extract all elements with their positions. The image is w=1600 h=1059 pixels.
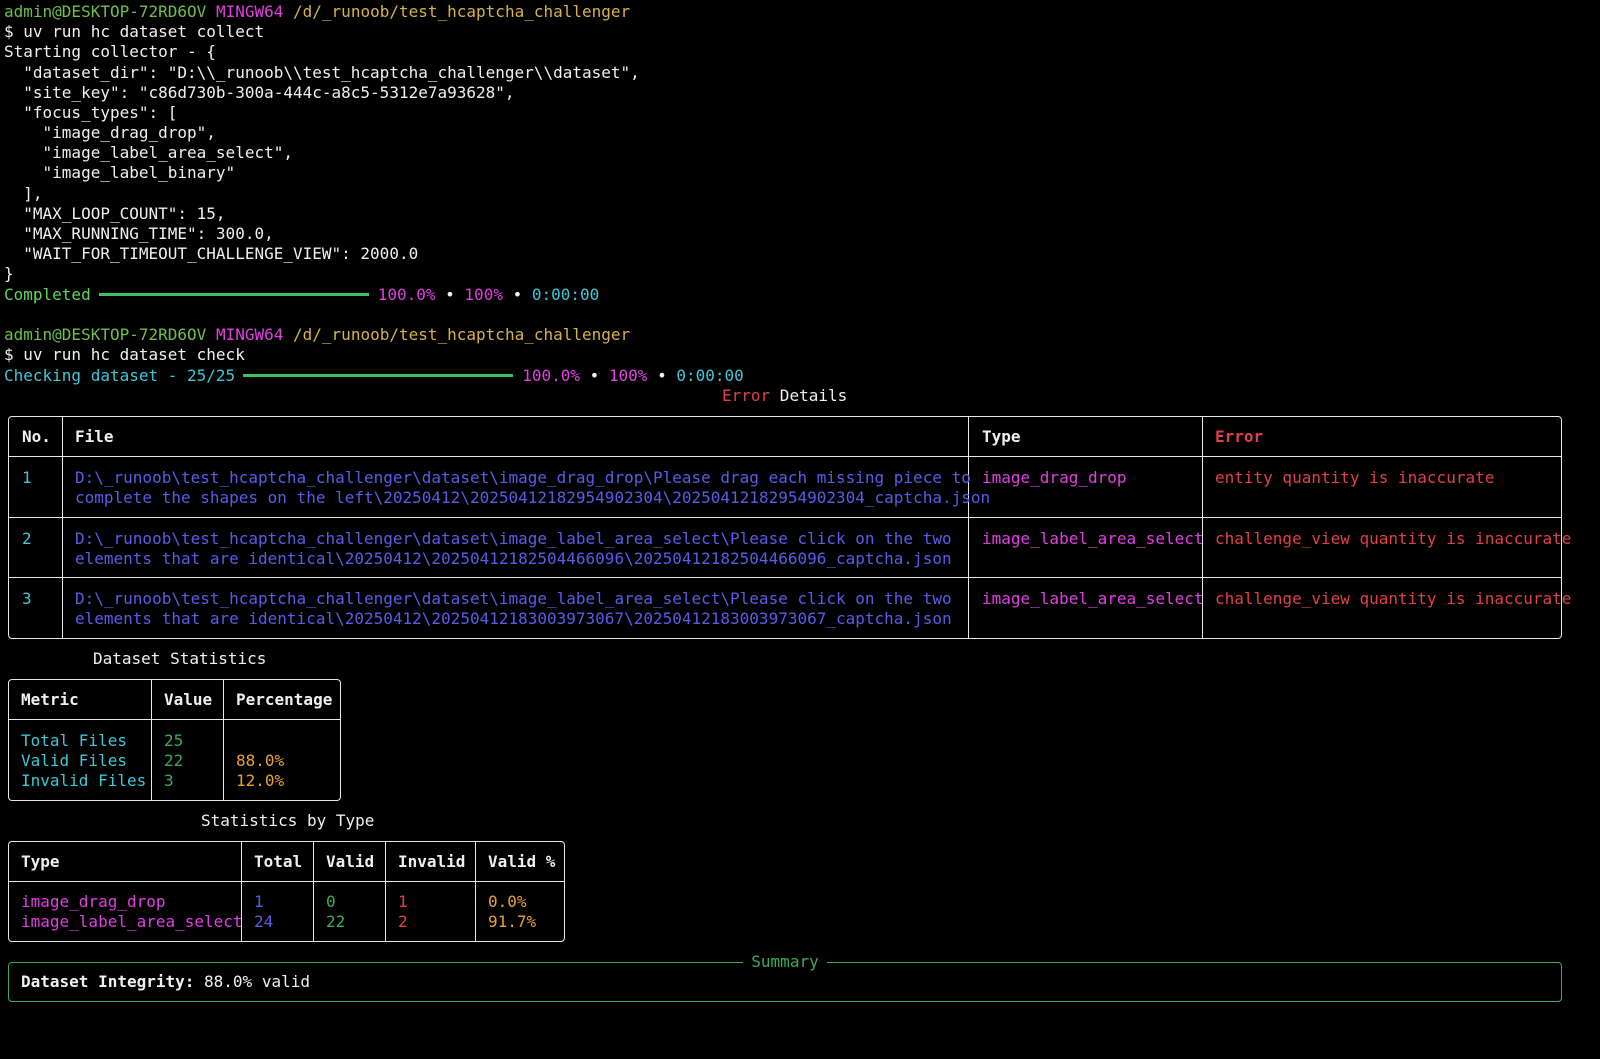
progress-time: 0:00:00 xyxy=(676,366,744,385)
collector-output-line: "dataset_dir": "D:\\_runoob\\test_hcaptc… xyxy=(4,63,640,82)
collector-output-line: ], xyxy=(4,184,43,203)
collector-output-line: Starting collector - { xyxy=(4,42,216,61)
error-row-message: challenge_view quantity is inaccurate xyxy=(1215,529,1572,548)
metric-label: Valid Files xyxy=(21,751,127,770)
column-header-error: Error xyxy=(1215,427,1264,446)
error-row-file-cont[interactable]: complete the shapes on the left\20250412… xyxy=(75,488,990,508)
command-check: $ uv run hc dataset check xyxy=(4,345,245,364)
column-header-metric: Metric xyxy=(21,690,79,709)
progress-checking: Checking dataset - 25/25 100.0% • 100% • … xyxy=(4,366,744,386)
column-header-valid: Valid xyxy=(326,852,375,871)
progress-separator: • xyxy=(445,285,455,304)
column-header-value: Value xyxy=(164,690,213,709)
collector-output-line: "image_label_binary" xyxy=(4,163,236,182)
collector-output-line: "focus_types": [ xyxy=(4,103,178,122)
terminal-window[interactable]: admin@DESKTOP-72RD6OV MINGW64 /d/_runoob… xyxy=(0,0,1600,1059)
metric-label: Total Files xyxy=(21,731,127,750)
metric-value: 25 xyxy=(164,731,184,750)
column-header-invalid: Invalid xyxy=(398,852,466,871)
progress-separator: • xyxy=(657,366,667,385)
prompt-user-host: admin@DESKTOP-72RD6OV xyxy=(4,2,207,21)
prompt-path: /d/_runoob/test_hcaptcha_challenger xyxy=(293,325,631,344)
type-row-valid: 0 xyxy=(326,892,336,911)
error-details-table: No. File Type Error 1 D:\_runoob\test_hc… xyxy=(8,416,1571,639)
error-table-title: Error Details xyxy=(722,386,847,406)
dataset-statistics-table: Metric Value Percentage Total Files 25 V… xyxy=(8,679,341,801)
error-row-message: entity quantity is inaccurate xyxy=(1215,468,1495,487)
error-row-file[interactable]: D:\_runoob\test_hcaptcha_challenger\data… xyxy=(75,468,971,488)
type-row-total: 1 xyxy=(254,892,264,911)
progress-label: Completed xyxy=(4,285,91,304)
progress-percent: 100.0% xyxy=(522,366,580,385)
prompt-path: /d/_runoob/test_hcaptcha_challenger xyxy=(293,2,631,21)
error-row-number: 1 xyxy=(22,468,32,487)
error-row-number: 2 xyxy=(22,529,32,548)
column-header-type: Type xyxy=(21,852,60,871)
collector-output-line: "site_key": "c86d730b-300a-444c-a8c5-531… xyxy=(4,83,515,102)
error-row-type: image_drag_drop xyxy=(982,468,1127,487)
shell-prompt: admin@DESKTOP-72RD6OV MINGW64 /d/_runoob… xyxy=(4,325,630,345)
progress-percent: 100.0% xyxy=(377,285,436,304)
metric-percentage: 12.0% xyxy=(236,771,285,790)
collector-output-line: "MAX_RUNNING_TIME": 300.0, xyxy=(4,224,274,243)
metric-value: 22 xyxy=(164,751,184,770)
type-row-name: image_label_area_select xyxy=(21,912,243,931)
progress-label: Checking dataset - 25/25 xyxy=(4,366,236,385)
type-row-invalid: 1 xyxy=(398,892,408,911)
error-row-file[interactable]: D:\_runoob\test_hcaptcha_challenger\data… xyxy=(75,529,952,549)
type-statistics-title: Statistics by Type xyxy=(201,811,375,830)
metric-value: 3 xyxy=(164,771,174,790)
type-row-valid-pct: 0.0% xyxy=(488,892,527,911)
error-row-message: challenge_view quantity is inaccurate xyxy=(1215,589,1572,608)
progress-bar xyxy=(243,374,514,377)
summary-panel: Summary Dataset Integrity: 88.0% valid xyxy=(8,952,1562,1002)
command-collect: $ uv run hc dataset collect xyxy=(4,22,265,41)
dataset-integrity: Dataset Integrity: 88.0% valid xyxy=(21,972,310,992)
metric-percentage: 88.0% xyxy=(236,751,285,770)
column-header-percentage: Percentage xyxy=(236,690,333,709)
collector-output-line: "image_drag_drop", xyxy=(4,123,216,142)
column-header-type: Type xyxy=(982,427,1021,446)
error-row-file-cont[interactable]: elements that are identical\20250412\202… xyxy=(75,549,952,569)
details-title-word: Details xyxy=(770,386,848,405)
column-header-total: Total xyxy=(254,852,303,871)
collector-output-line: "image_label_area_select", xyxy=(4,143,293,162)
integrity-value: 88.0% valid xyxy=(194,972,310,991)
error-row-file[interactable]: D:\_runoob\test_hcaptcha_challenger\data… xyxy=(75,589,952,609)
error-row-type: image_label_area_select xyxy=(982,529,1204,548)
type-row-valid: 22 xyxy=(326,912,346,931)
progress-time: 0:00:00 xyxy=(531,285,600,304)
summary-title: Summary xyxy=(9,952,1561,972)
type-row-total: 24 xyxy=(254,912,274,931)
prompt-shell: MINGW64 xyxy=(215,2,284,21)
type-row-name: image_drag_drop xyxy=(21,892,166,911)
column-header-no: No. xyxy=(22,427,51,446)
type-row-invalid: 2 xyxy=(398,912,408,931)
dataset-statistics-title: Dataset Statistics xyxy=(93,649,267,668)
column-header-valid-pct: Valid % xyxy=(488,852,556,871)
collector-output-line: } xyxy=(4,264,14,283)
error-title-word: Error xyxy=(722,386,771,405)
type-statistics-table: Type Total Valid Invalid Valid % image_d… xyxy=(8,841,565,942)
column-header-file: File xyxy=(75,427,114,446)
metric-label: Invalid Files xyxy=(21,771,147,790)
collector-output-line: "WAIT_FOR_TIMEOUT_CHALLENGE_VIEW": 2000.… xyxy=(4,244,419,263)
integrity-label: Dataset Integrity: xyxy=(21,972,195,991)
type-row-valid-pct: 91.7% xyxy=(488,912,537,931)
collector-output-line: "MAX_LOOP_COUNT": 15, xyxy=(4,204,226,223)
progress-count: 100% xyxy=(464,285,503,304)
error-row-file-cont[interactable]: elements that are identical\20250412\202… xyxy=(75,609,952,629)
prompt-shell: MINGW64 xyxy=(215,325,284,344)
progress-separator: • xyxy=(589,366,600,385)
progress-count: 100% xyxy=(608,366,648,385)
summary-title-text: Summary xyxy=(743,952,827,971)
progress-bar xyxy=(98,293,369,296)
progress-separator: • xyxy=(512,285,523,304)
error-row-type: image_label_area_select xyxy=(982,589,1204,608)
progress-completed: Completed 100.0% • 100% • 0:00:00 xyxy=(4,285,599,305)
error-row-number: 3 xyxy=(22,589,32,608)
shell-prompt: admin@DESKTOP-72RD6OV MINGW64 /d/_runoob… xyxy=(4,2,630,22)
prompt-user-host: admin@DESKTOP-72RD6OV xyxy=(4,325,207,344)
